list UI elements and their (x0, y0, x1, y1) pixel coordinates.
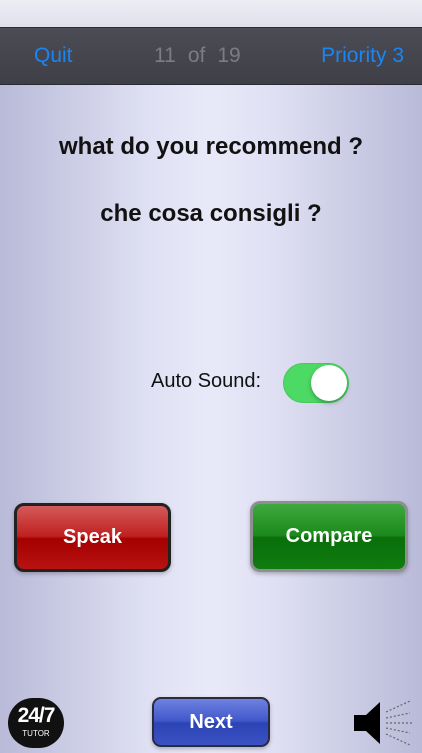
quit-button[interactable]: Quit (34, 44, 73, 68)
auto-sound-label: Auto Sound: (151, 370, 262, 392)
counter-total: 19 (217, 44, 241, 67)
compare-button[interactable]: Compare (250, 501, 408, 572)
counter-current: 11 (154, 44, 176, 67)
card-counter: 11 of 19 (154, 44, 253, 68)
speak-button[interactable]: Speak (14, 503, 171, 572)
italian-phrase: che cosa consigli ? (100, 200, 322, 227)
priority-button[interactable]: Priority 3 (321, 44, 404, 68)
next-button[interactable]: Next (152, 697, 270, 747)
toggle-knob (311, 365, 347, 401)
auto-sound-toggle[interactable] (283, 363, 349, 403)
logo-subtitle: TUTOR (22, 729, 50, 738)
english-phrase: what do you recommend ? (58, 133, 364, 160)
tutor-logo[interactable]: 24/7 TUTOR (8, 698, 64, 748)
navigation-bar: Quit 11 of 19 Priority 3 (0, 27, 422, 85)
logo-title: 24/7 (17, 704, 56, 727)
status-bar (0, 0, 422, 27)
speaker-icon[interactable] (352, 698, 414, 748)
counter-of: of (187, 44, 206, 67)
